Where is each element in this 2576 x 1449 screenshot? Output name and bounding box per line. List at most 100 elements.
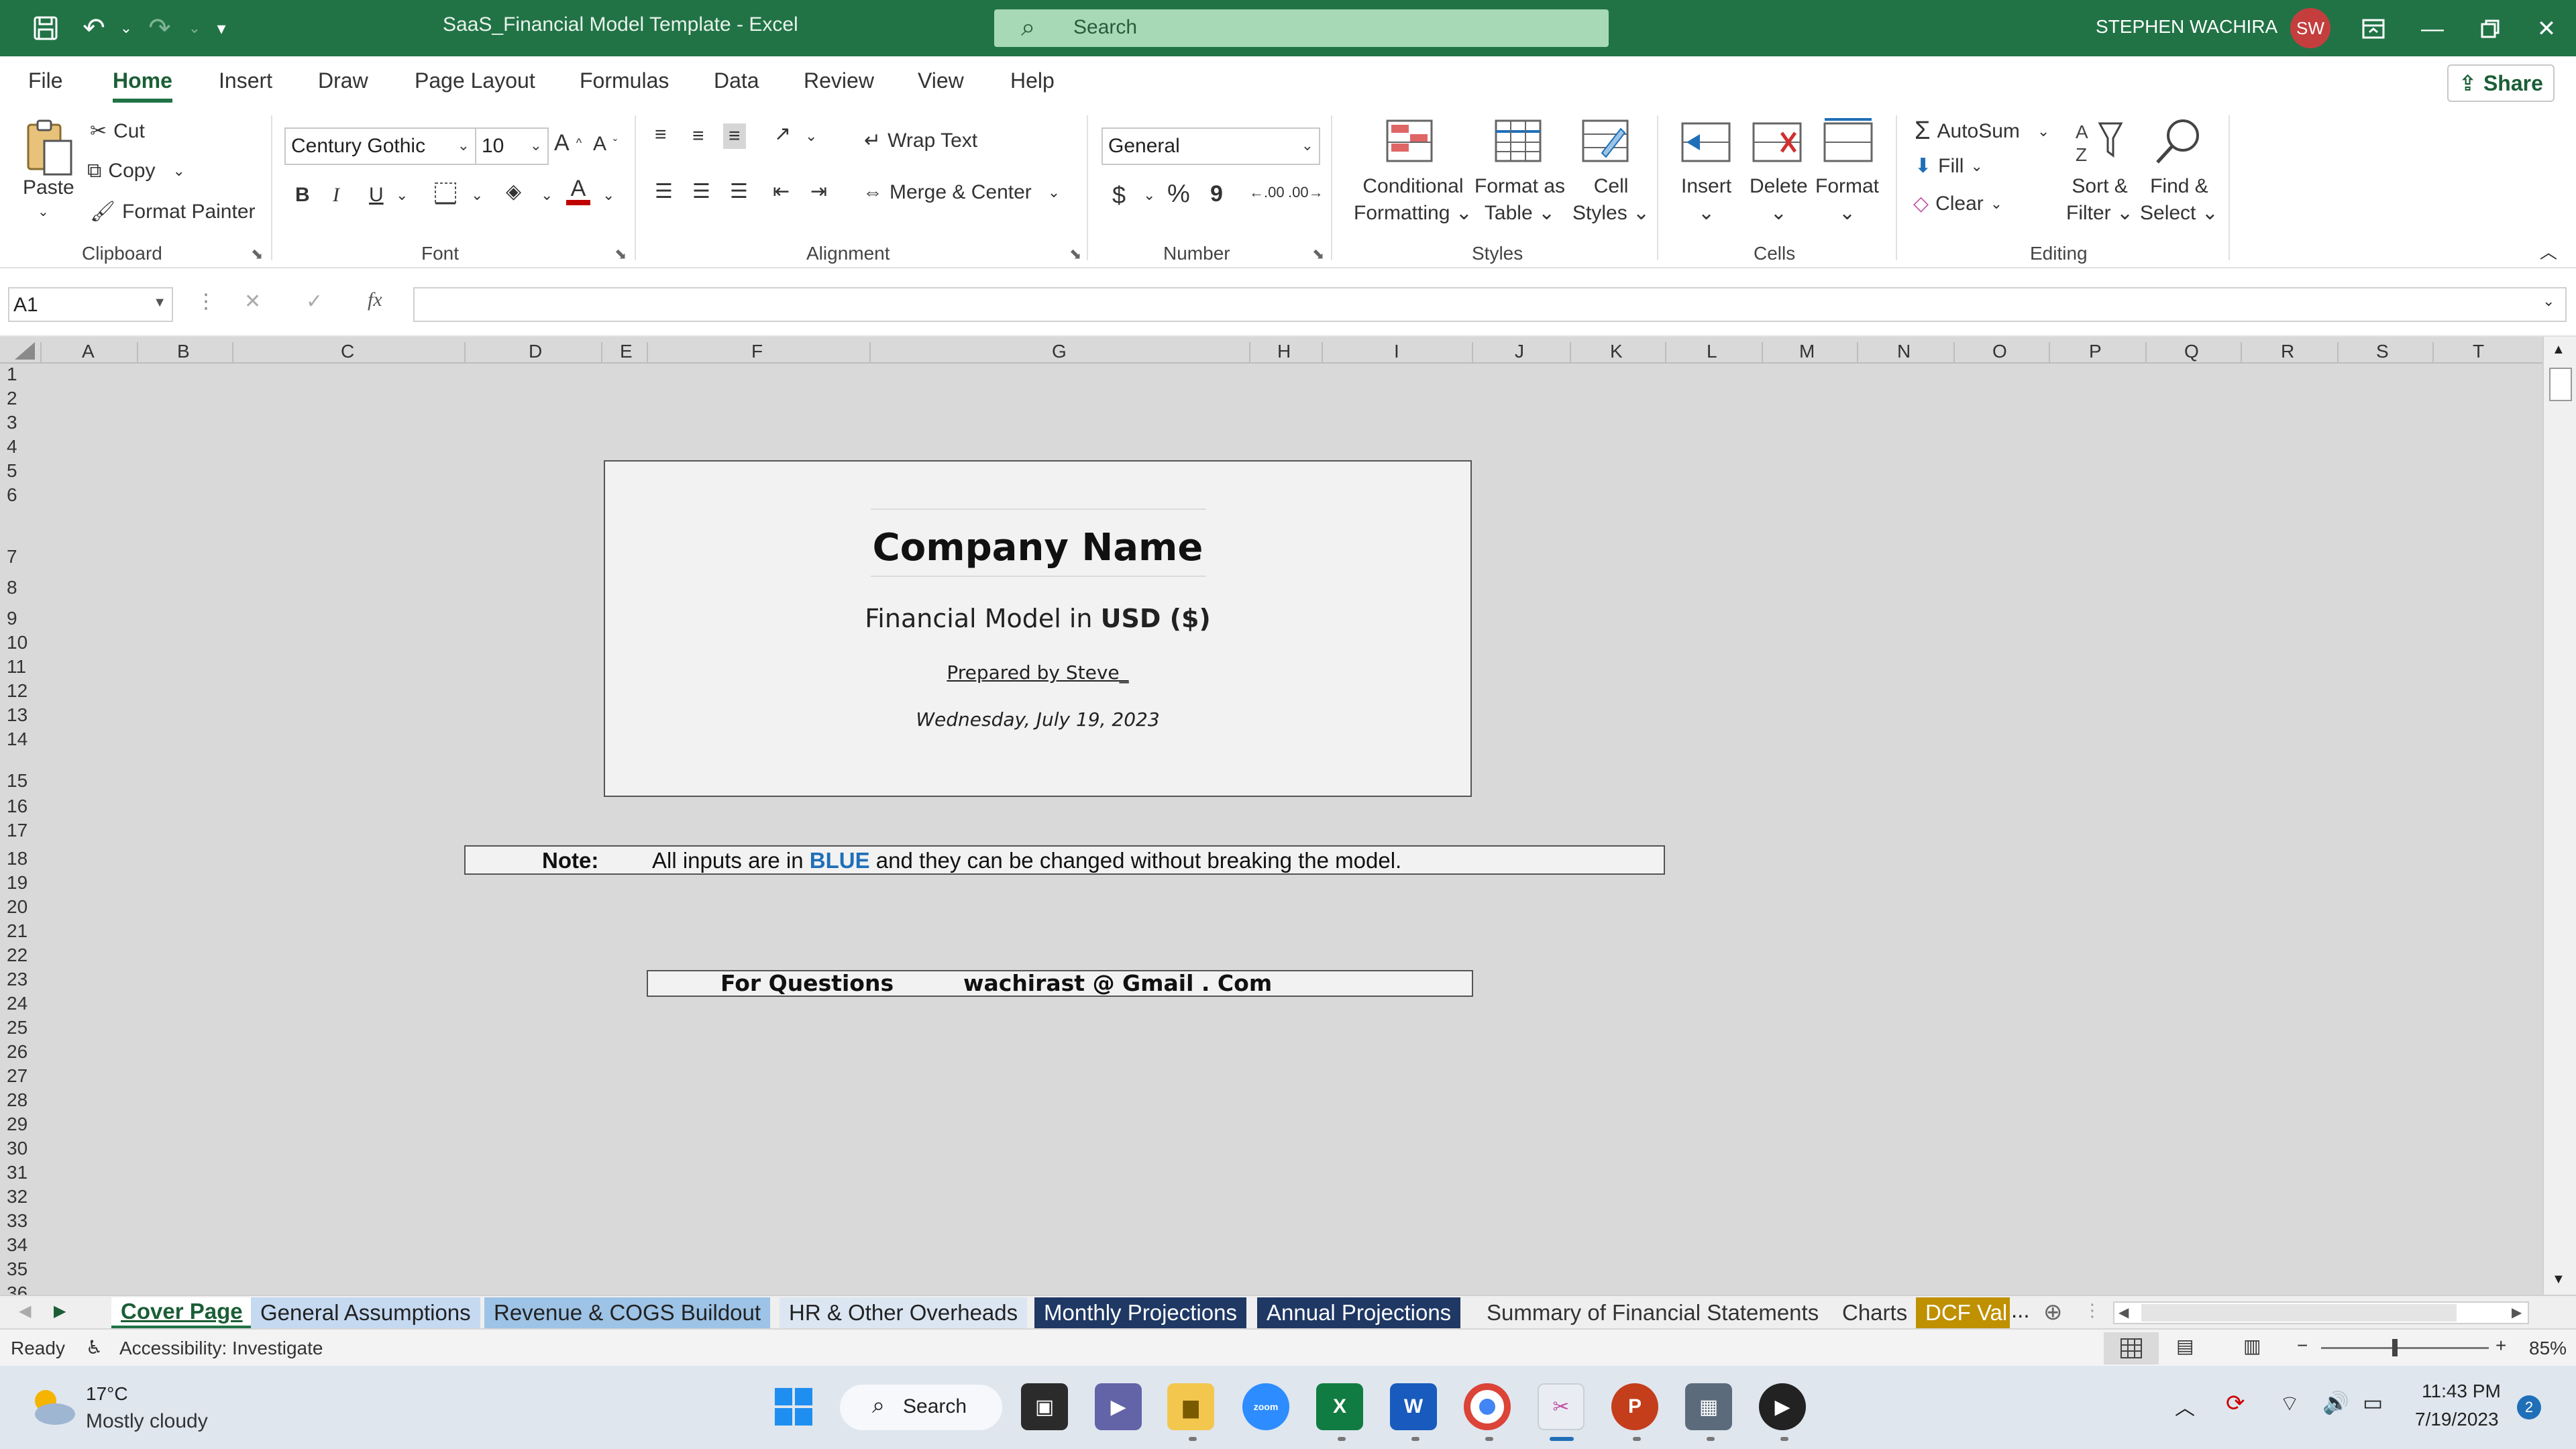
row-header[interactable]: 21 — [7, 920, 34, 942]
decrease-decimal-icon[interactable]: .00→ — [1288, 184, 1324, 201]
find-select-icon[interactable] — [2152, 117, 2203, 170]
prev-sheet-icon[interactable]: ◀ — [19, 1301, 31, 1321]
increase-decimal-icon[interactable]: ←.00 — [1249, 184, 1285, 201]
powerpoint-icon[interactable]: P — [1611, 1383, 1658, 1430]
increase-font-icon[interactable]: A ^ — [554, 130, 582, 156]
tab-formulas[interactable]: Formulas — [580, 68, 669, 93]
chevron-up-icon[interactable]: ︿ — [2175, 1391, 2195, 1421]
column-header[interactable]: N — [1897, 341, 1911, 362]
row-header[interactable]: 14 — [7, 729, 34, 750]
row-header[interactable]: 29 — [7, 1114, 34, 1135]
task-view-icon[interactable]: ▣ — [1021, 1383, 1068, 1430]
align-center-icon[interactable]: ☰ — [692, 180, 710, 203]
dialog-launcher-icon[interactable]: ⬊ — [1312, 246, 1324, 263]
zoom-out-icon[interactable]: − — [2297, 1335, 2308, 1356]
dialog-launcher-icon[interactable]: ⬊ — [1069, 246, 1081, 263]
bold-button[interactable]: B — [295, 184, 310, 207]
insert-cells-icon[interactable] — [1681, 122, 1731, 168]
chevron-down-icon[interactable]: ⌄ — [541, 186, 553, 204]
column-header[interactable]: E — [620, 341, 633, 362]
clear-button[interactable]: ◇ Clear ⌄ — [1913, 192, 2002, 215]
tab-review[interactable]: Review — [804, 68, 874, 93]
font-size-select[interactable]: 10 ⌄ — [475, 127, 549, 165]
align-bottom-icon[interactable]: ≡ — [723, 123, 746, 149]
row-header[interactable]: 12 — [7, 680, 34, 702]
sort-filter-label[interactable]: Sort & Filter ⌄ — [2066, 173, 2133, 227]
note-box[interactable]: Note: All inputs are in BLUE and they ca… — [464, 845, 1665, 875]
sheet-tab-revenue-cogs[interactable]: Revenue & COGS Buildout — [484, 1297, 771, 1328]
normal-view-button[interactable] — [2104, 1332, 2159, 1364]
row-header[interactable]: 18 — [7, 848, 34, 869]
more-sheets-button[interactable]: ... — [2011, 1297, 2030, 1323]
column-header[interactable]: R — [2281, 341, 2294, 362]
cover-title-box[interactable]: Company Name Financial Model in USD ($) … — [604, 460, 1472, 797]
column-header[interactable]: L — [1707, 341, 1717, 362]
conditional-formatting-icon[interactable] — [1386, 119, 1433, 168]
row-header[interactable]: 2 — [7, 388, 34, 409]
format-cells-icon[interactable] — [1823, 117, 1873, 168]
dialog-launcher-icon[interactable]: ⬊ — [614, 246, 627, 263]
zoom-app-icon[interactable]: zoom — [1242, 1383, 1289, 1430]
row-header[interactable]: 28 — [7, 1089, 34, 1111]
row-header[interactable]: 20 — [7, 896, 34, 918]
expand-formula-bar-icon[interactable]: ⌄ — [2542, 292, 2555, 310]
chevron-down-icon[interactable]: ⌄ — [805, 127, 817, 145]
dialog-launcher-icon[interactable]: ⬊ — [251, 246, 263, 263]
paste-label[interactable]: Paste — [23, 174, 74, 201]
save-icon[interactable] — [27, 9, 64, 47]
excel-icon[interactable]: X — [1316, 1383, 1363, 1430]
percent-button[interactable]: % — [1167, 180, 1190, 209]
borders-icon[interactable] — [433, 181, 458, 205]
sheet-tab-annual-projections[interactable]: Annual Projections — [1257, 1297, 1461, 1328]
wifi-icon[interactable]: ⌔ — [2279, 1390, 2300, 1417]
media-player-icon[interactable]: ▶ — [1759, 1383, 1806, 1430]
increase-indent-icon[interactable]: ⇥ — [810, 180, 827, 203]
row-header[interactable]: 9 — [7, 608, 34, 629]
format-as-table-label[interactable]: Format as Table ⌄ — [1474, 173, 1565, 227]
scroll-left-icon[interactable]: ◀ — [2118, 1304, 2129, 1321]
word-icon[interactable]: W — [1390, 1383, 1437, 1430]
font-family-select[interactable]: Century Gothic ⌄ — [284, 127, 476, 165]
column-header[interactable]: P — [2089, 341, 2102, 362]
autosum-button[interactable]: Σ AutoSum ⌄ — [1915, 117, 2049, 146]
align-right-icon[interactable]: ☰ — [730, 180, 748, 203]
row-header[interactable]: 22 — [7, 945, 34, 966]
row-header[interactable]: 30 — [7, 1138, 34, 1159]
comma-style-button[interactable]: 9 — [1210, 181, 1223, 207]
column-header[interactable]: B — [177, 341, 190, 362]
column-header[interactable]: I — [1394, 341, 1399, 362]
conditional-formatting-label[interactable]: Conditional Formatting ⌄ — [1354, 173, 1472, 227]
align-left-icon[interactable]: ☰ — [655, 180, 673, 203]
font-color-icon[interactable]: A — [566, 177, 590, 205]
find-select-label[interactable]: Find & Select ⌄ — [2140, 173, 2218, 227]
sheet-tab-monthly-projections[interactable]: Monthly Projections — [1034, 1297, 1246, 1328]
orientation-icon[interactable]: ↗ — [774, 122, 791, 146]
formula-input[interactable] — [413, 287, 2567, 322]
row-header[interactable]: 4 — [7, 436, 34, 458]
search-box[interactable]: ⌕ Search — [994, 9, 1609, 47]
zoom-slider[interactable] — [2321, 1339, 2489, 1356]
worksheet-grid[interactable]: A B C D E F G H I J K L M N O P Q R S T … — [0, 337, 2576, 1295]
chrome-icon[interactable] — [1464, 1383, 1511, 1430]
delete-cells-label[interactable]: Delete ⌄ — [1750, 173, 1808, 227]
row-header[interactable]: 5 — [7, 460, 34, 482]
row-header[interactable]: 13 — [7, 704, 34, 726]
sheet-tab-summary[interactable]: Summary of Financial Statements — [1477, 1297, 1828, 1328]
column-header[interactable]: D — [529, 341, 542, 362]
undo-dropdown-icon[interactable]: ⌄ — [107, 9, 145, 47]
align-top-icon[interactable]: ≡ — [655, 123, 667, 146]
scroll-right-icon[interactable]: ▶ — [2512, 1304, 2522, 1321]
insert-cells-label[interactable]: Insert ⌄ — [1681, 173, 1731, 227]
row-header[interactable]: 10 — [7, 632, 34, 653]
tab-page-layout[interactable]: Page Layout — [415, 68, 535, 93]
row-header[interactable]: 15 — [7, 770, 34, 792]
tab-home[interactable]: Home — [113, 68, 172, 103]
column-header[interactable]: F — [751, 341, 763, 362]
sheet-tab-general-assumptions[interactable]: General Assumptions — [251, 1297, 480, 1328]
scroll-down-icon[interactable]: ▼ — [2552, 1272, 2565, 1287]
teams-icon[interactable]: ▶ — [1095, 1383, 1142, 1430]
tab-data[interactable]: Data — [714, 68, 759, 93]
weather-desc[interactable]: Mostly cloudy — [86, 1410, 208, 1433]
decrease-indent-icon[interactable]: ⇤ — [773, 180, 790, 203]
weather-icon[interactable] — [27, 1383, 78, 1436]
